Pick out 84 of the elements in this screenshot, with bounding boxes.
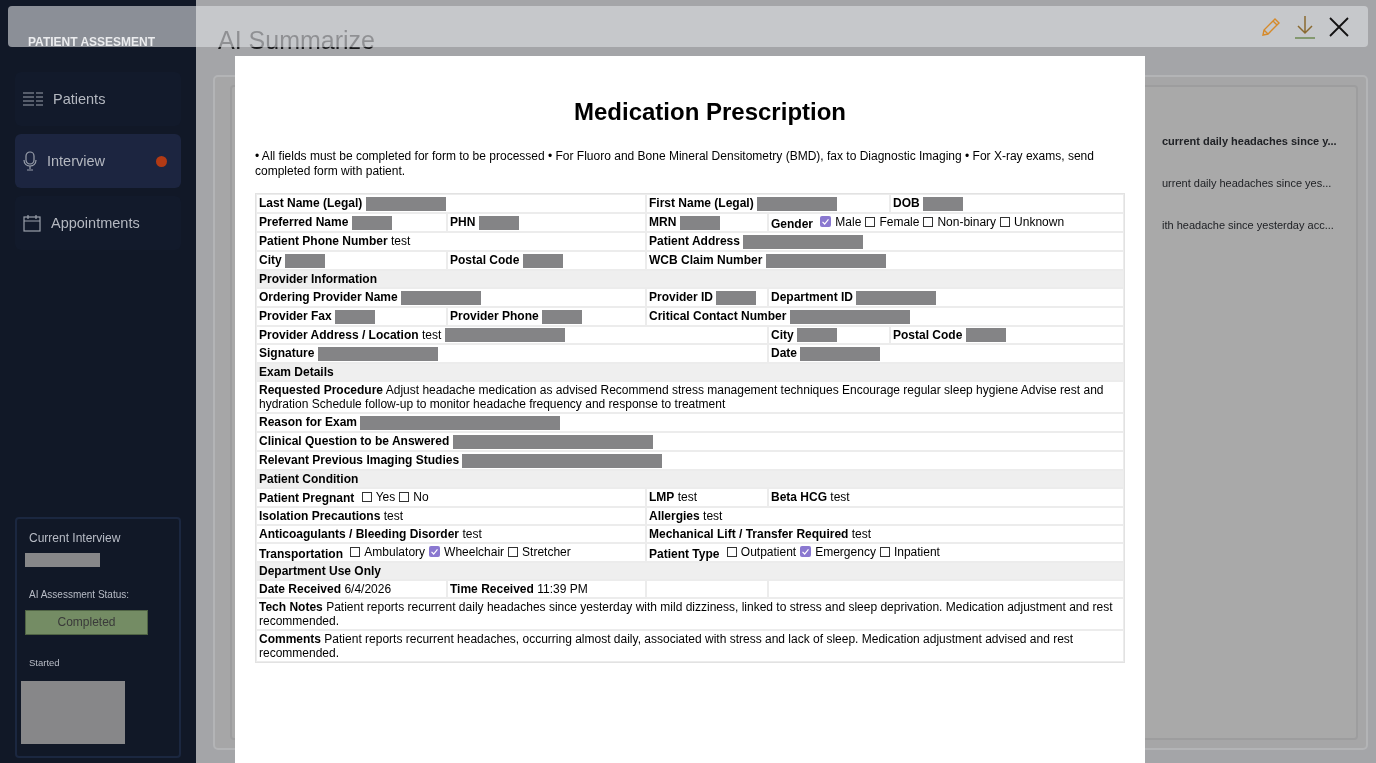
option-label: Outpatient xyxy=(740,545,797,560)
option-label: Stretcher xyxy=(522,545,571,560)
checkbox[interactable] xyxy=(508,547,519,558)
field-label: Last Name (Legal) xyxy=(259,196,363,210)
field-text: Isolation Precautions test xyxy=(259,508,404,523)
microphone-icon xyxy=(23,151,37,171)
field-label: Department ID xyxy=(771,290,853,304)
app-title: PATIENT ASSESMENT xyxy=(27,34,157,51)
field-label: Patient Address xyxy=(649,234,740,249)
field-label: Provider Phone xyxy=(450,308,539,323)
field-label: First Name (Legal) xyxy=(649,196,754,210)
option-label: Inpatient xyxy=(893,545,940,560)
option-label: Non-binary xyxy=(937,215,997,230)
summary-text[interactable]: current daily headaches since y... xyxy=(1162,135,1356,147)
checkbox[interactable] xyxy=(800,546,812,558)
field-text: Mechanical Lift / Transfer Required test xyxy=(649,526,872,541)
field-text: Provider Address / Location test xyxy=(259,327,442,342)
field-label: WCB Claim Number xyxy=(649,253,763,268)
instructions-text: • All fields must be completed for form to be processed • For Fluoro and Bone Mineral Densitometry (BMD), fax to Diagnostic Imaging • For X-ray exams, send completed form with patient. xyxy=(255,149,1095,179)
field-text: Patient Phone Number test xyxy=(259,234,411,249)
list-icon xyxy=(23,91,43,107)
checkbox[interactable] xyxy=(923,217,934,228)
checkbox[interactable] xyxy=(726,547,737,558)
checkbox[interactable] xyxy=(399,491,410,502)
field-label: Gender xyxy=(771,216,813,231)
calendar-icon xyxy=(23,214,41,232)
status-badge: Completed xyxy=(25,609,148,636)
field-label: Date xyxy=(771,346,797,361)
option-label: Female xyxy=(879,215,920,230)
option-label: Ambulatory xyxy=(364,545,426,560)
option-label: No xyxy=(413,489,429,504)
status-dot xyxy=(156,155,167,167)
field-label: Clinical Question to be Answered xyxy=(259,434,450,449)
status-label: AI Assessment Status: xyxy=(29,588,130,600)
checkbox[interactable] xyxy=(361,491,372,502)
field-text: Time Received 11:39 PM xyxy=(450,582,588,597)
field-label: Postal Code xyxy=(893,327,963,342)
field-label: Signature xyxy=(259,346,315,361)
field-text: Comments Patient reports recurrent headaches, occurring almost daily, associated with stress and lack of sleep. Medication adjustment advised and rest recommended. xyxy=(259,632,1074,661)
field-label: PHN xyxy=(450,214,476,229)
card-title: Current Interview xyxy=(29,531,121,545)
checkbox[interactable] xyxy=(820,216,832,228)
nav-item[interactable]: Appointments xyxy=(15,196,181,250)
field-text: Anticoagulants / Bleeding Disorder test xyxy=(259,526,482,541)
field-label: MRN xyxy=(649,214,677,229)
checkbox[interactable] xyxy=(865,217,876,228)
field-label: Preferred Name xyxy=(259,214,349,229)
option-label: Yes xyxy=(375,489,396,504)
field-label: Provider Fax xyxy=(259,308,332,323)
field-text: Date Received 6/4/2026 xyxy=(259,582,392,597)
checkbox[interactable] xyxy=(429,546,441,558)
field-label: Patient Type xyxy=(649,546,720,561)
summary-text[interactable]: ith headache since yesterday acc... xyxy=(1162,219,1356,231)
nav-item[interactable]: Interview xyxy=(15,134,181,188)
field-label: Provider ID xyxy=(649,290,714,304)
field-label: Transportation xyxy=(259,546,343,561)
option-label: Unknown xyxy=(1014,215,1065,230)
field-text: Tech Notes Patient reports recurrent daily headaches since yesterday with mild dizziness, linked to stress and sleep deprivation. Medication adjustment and rest recommended. xyxy=(259,600,1113,629)
field-label: City xyxy=(259,253,282,268)
field-label: Relevant Previous Imaging Studies xyxy=(259,452,460,467)
checkbox[interactable] xyxy=(1000,217,1011,228)
option-label: Wheelchair xyxy=(444,544,505,559)
section-header: Department Use Only xyxy=(256,562,1124,581)
section-header: Exam Details xyxy=(256,363,1124,382)
checkbox[interactable] xyxy=(879,547,890,558)
field-text: Beta HCG test xyxy=(771,489,850,504)
field-label: Patient Pregnant xyxy=(259,490,355,505)
field-label: Reason for Exam xyxy=(259,415,358,430)
option-label: Emergency xyxy=(815,544,876,559)
field-label: DOB xyxy=(893,196,920,210)
field-label: Ordering Provider Name xyxy=(259,290,398,304)
document-title: Medication Prescription xyxy=(572,98,848,126)
started-label: Started xyxy=(29,657,60,669)
page-title: AI Summarize xyxy=(218,26,375,55)
field-label: City xyxy=(771,327,794,342)
nav-item[interactable]: Patients xyxy=(15,72,181,126)
summary-text[interactable]: urrent daily headaches since yes... xyxy=(1162,177,1356,189)
checkbox[interactable] xyxy=(350,547,361,558)
field-label: Critical Contact Number xyxy=(649,308,787,323)
field-text: Requested Procedure Adjust headache medication as advised Recommend stress management techniques Encourage regular sleep hygiene Advise rest and hydration Schedule follow-up to monitor headache frequency and response to treatment xyxy=(259,383,1104,412)
field-text: LMP test xyxy=(649,489,698,504)
field-text: Allergies test xyxy=(649,508,723,523)
option-label: Male xyxy=(835,214,862,229)
field-label: Postal Code xyxy=(450,253,520,268)
